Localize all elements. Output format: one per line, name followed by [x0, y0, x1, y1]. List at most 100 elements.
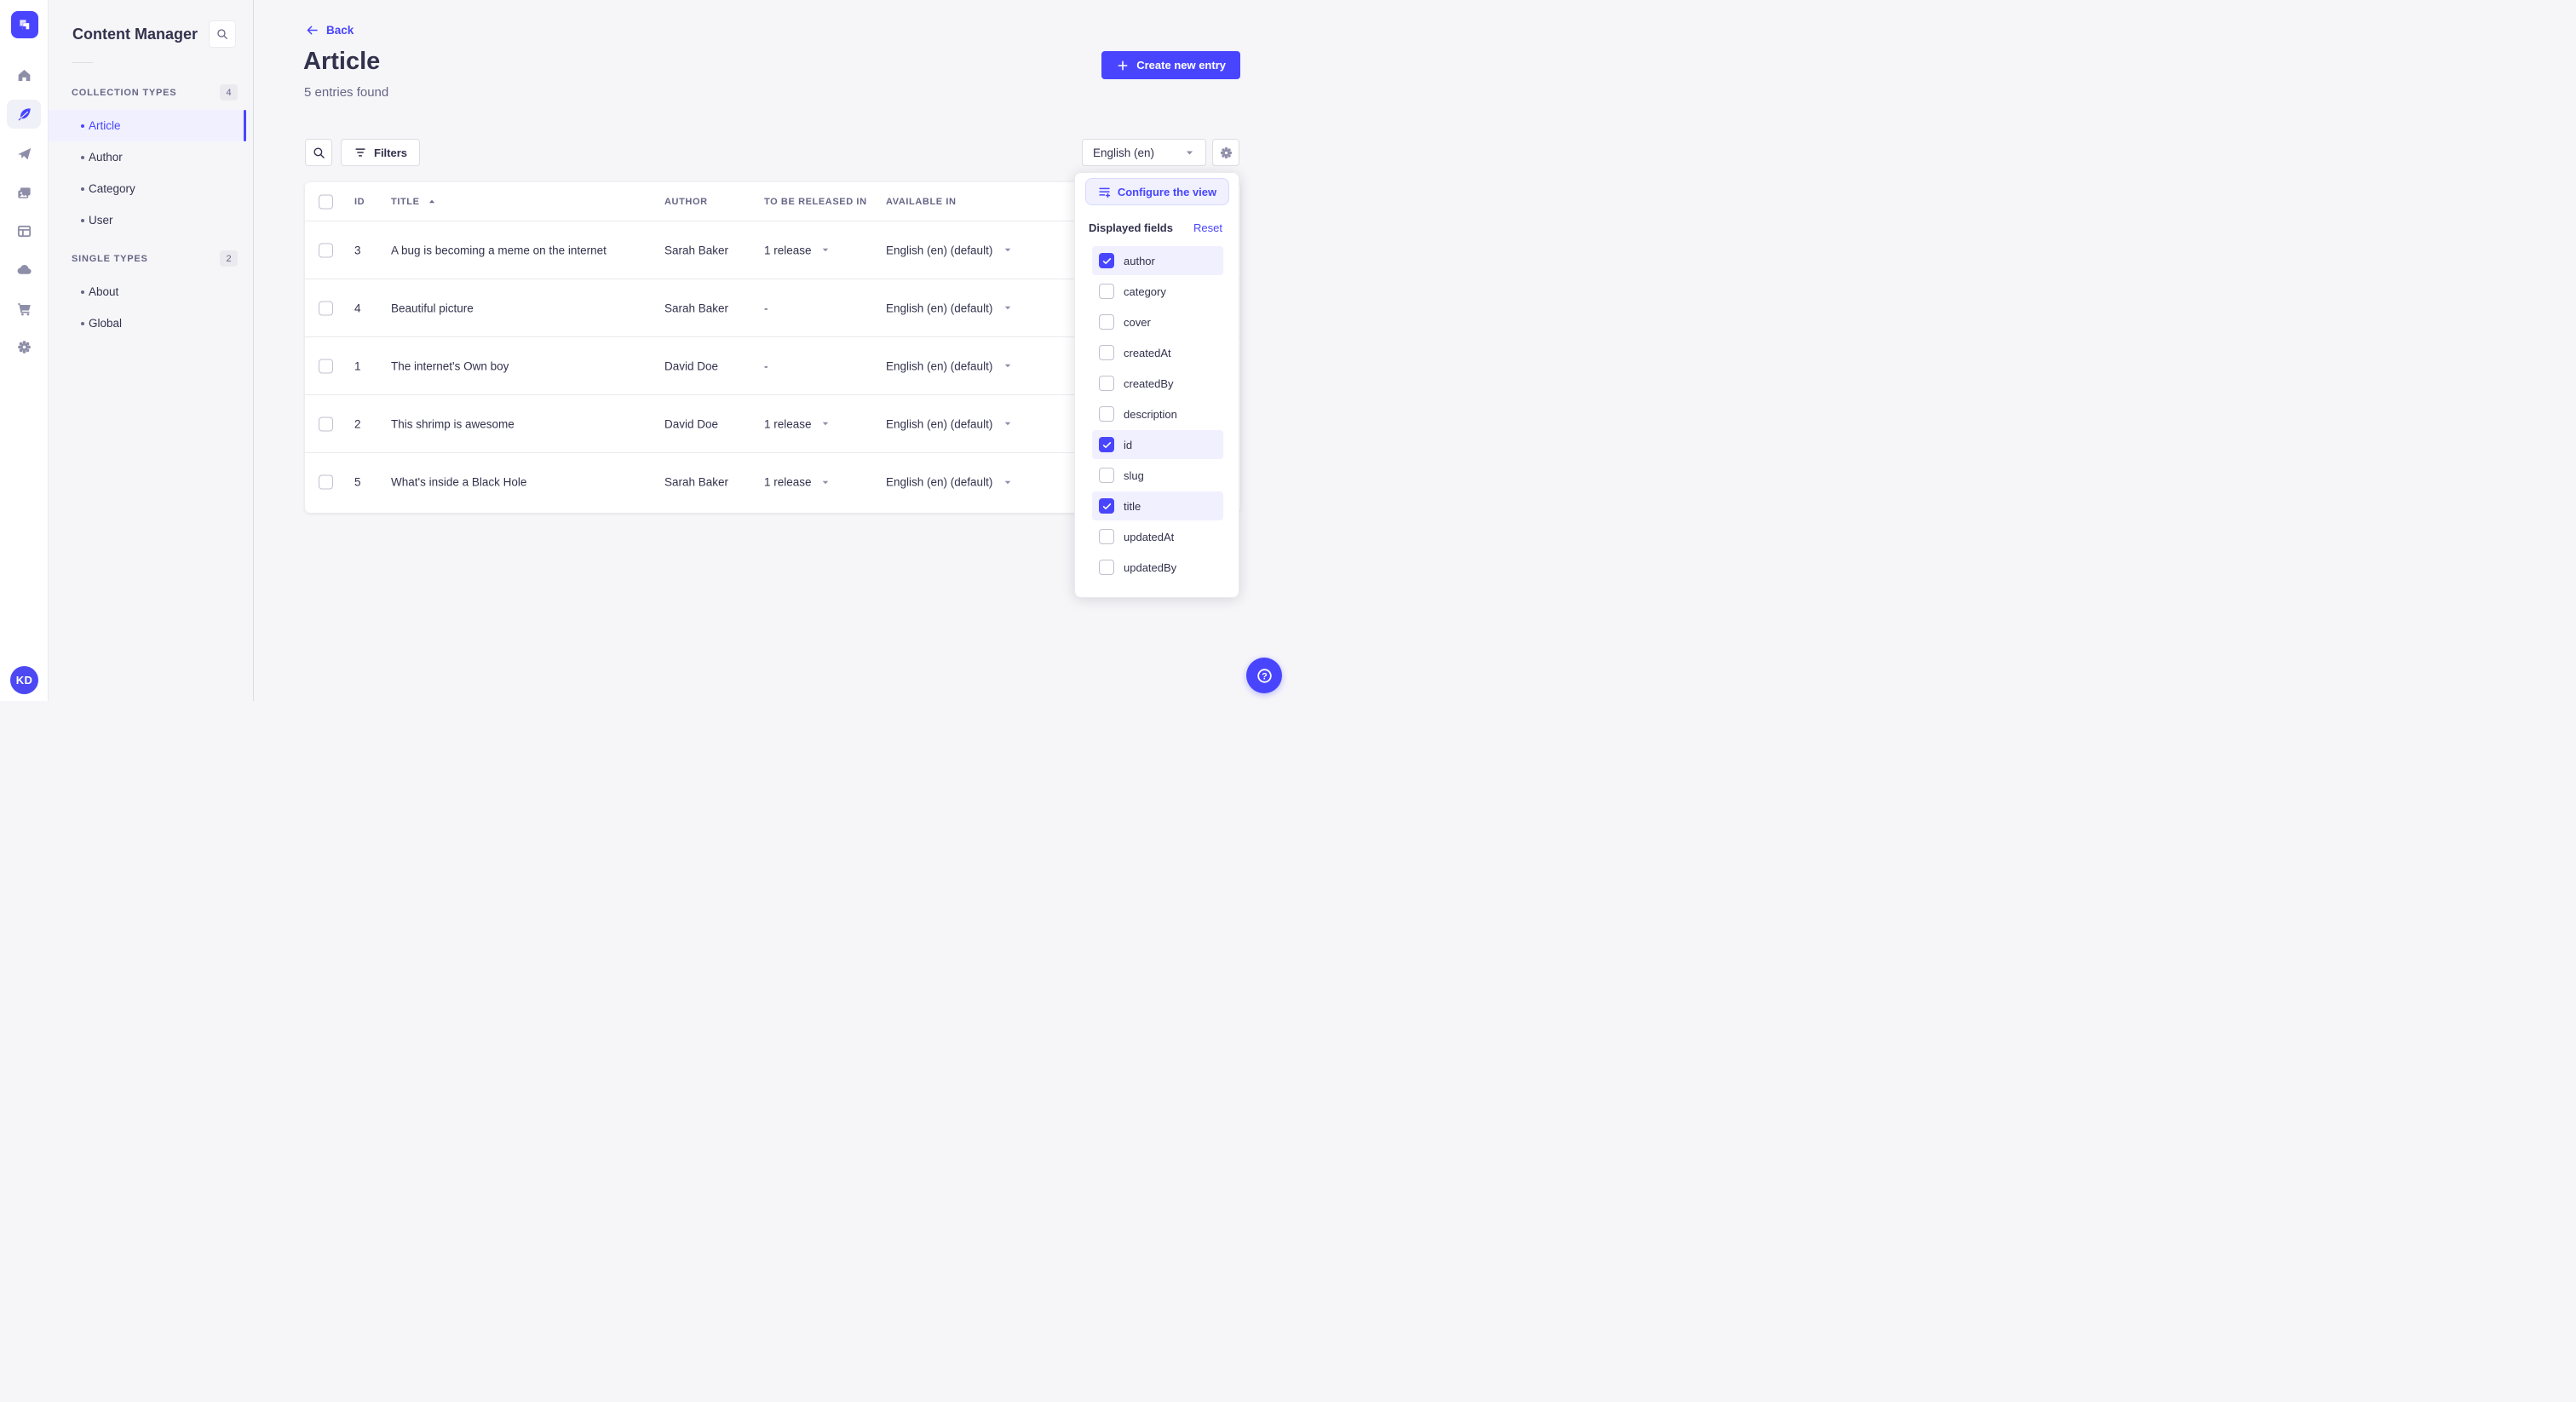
content-manager-feather-icon[interactable]: [7, 100, 41, 129]
available-value: English (en) (default): [886, 475, 993, 489]
displayed-field-option-id[interactable]: id: [1092, 430, 1223, 459]
sidebar-item-label: Article: [89, 119, 121, 132]
cell-author: David Doe: [664, 417, 719, 430]
settings-gear-icon[interactable]: [7, 332, 41, 361]
displayed-field-option-author[interactable]: author: [1092, 246, 1223, 275]
field-checkbox[interactable]: [1099, 406, 1114, 422]
page-title: Article: [303, 48, 381, 75]
field-checkbox[interactable]: [1099, 376, 1114, 391]
cell-to-be-released-in[interactable]: -: [764, 359, 768, 372]
column-header-to-be-released-in[interactable]: TO BE RELEASED IN: [764, 197, 867, 207]
column-header-author[interactable]: AUTHOR: [664, 197, 708, 207]
row-checkbox[interactable]: [319, 243, 333, 257]
home-icon[interactable]: [7, 60, 41, 89]
cell-id: 4: [354, 302, 361, 314]
column-header-available-in[interactable]: AVAILABLE IN: [886, 197, 957, 207]
media-library-icon[interactable]: [7, 178, 41, 207]
displayed-field-option-createdAt[interactable]: createdAt: [1092, 338, 1223, 367]
configure-list-icon: [1099, 187, 1111, 198]
sidebar-item-author[interactable]: Author: [49, 141, 253, 173]
cell-available-in[interactable]: English (en) (default): [886, 359, 1013, 372]
row-checkbox[interactable]: [319, 417, 333, 431]
content-type-builder-icon[interactable]: [7, 216, 41, 245]
view-settings-popover: Configure the view Displayed fields Rese…: [1074, 172, 1239, 598]
row-checkbox[interactable]: [319, 474, 333, 490]
field-checkbox[interactable]: [1099, 314, 1114, 330]
strapi-logo[interactable]: [11, 11, 38, 38]
field-label: id: [1124, 438, 1133, 451]
filters-button[interactable]: Filters: [341, 139, 421, 166]
cell-author: Sarah Baker: [664, 475, 729, 489]
bullet-icon: [81, 321, 84, 325]
view-settings-gear-button[interactable]: [1212, 139, 1239, 166]
column-header-id[interactable]: ID: [354, 197, 365, 207]
field-label: category: [1124, 284, 1166, 298]
row-checkbox[interactable]: [319, 359, 333, 373]
column-header-title-label: TITLE: [391, 196, 420, 207]
search-entries-button[interactable]: [305, 139, 332, 166]
displayed-field-option-description[interactable]: description: [1092, 399, 1223, 428]
cell-to-be-released-in[interactable]: -: [764, 302, 768, 314]
user-avatar[interactable]: KD: [10, 666, 38, 694]
content-manager-sidebar: Content Manager COLLECTION TYPES 4 Artic…: [49, 0, 254, 701]
available-value: English (en) (default): [886, 244, 993, 256]
single-types-label: SINGLE TYPES: [72, 253, 148, 264]
release-value: -: [764, 302, 768, 314]
sidebar-item-about[interactable]: About: [49, 276, 253, 307]
filters-label: Filters: [374, 146, 408, 159]
field-checkbox[interactable]: [1099, 345, 1114, 360]
sidebar-item-article[interactable]: Article: [49, 110, 246, 141]
displayed-field-option-title[interactable]: title: [1092, 491, 1223, 520]
field-label: description: [1124, 407, 1177, 421]
displayed-field-option-slug[interactable]: slug: [1092, 461, 1223, 490]
checkmark-icon: [1102, 441, 1111, 448]
displayed-field-option-cover[interactable]: cover: [1092, 307, 1223, 336]
cell-available-in[interactable]: English (en) (default): [886, 302, 1013, 314]
locale-select[interactable]: English (en): [1082, 139, 1206, 166]
cell-to-be-released-in[interactable]: 1 release: [764, 244, 831, 256]
filter-icon: [355, 148, 365, 157]
field-checkbox[interactable]: [1099, 284, 1114, 299]
cell-to-be-released-in[interactable]: 1 release: [764, 476, 831, 489]
cell-author: Sarah Baker: [664, 302, 729, 314]
displayed-field-option-updatedBy[interactable]: updatedBy: [1092, 553, 1223, 582]
field-checkbox[interactable]: [1099, 560, 1114, 575]
cell-to-be-released-in[interactable]: 1 release: [764, 417, 831, 430]
displayed-field-option-category[interactable]: category: [1092, 277, 1223, 306]
field-checkbox[interactable]: [1099, 437, 1114, 452]
search-icon: [313, 147, 325, 158]
field-checkbox[interactable]: [1099, 253, 1114, 268]
sort-ascending-icon: [428, 199, 434, 203]
help-button[interactable]: ?: [1246, 658, 1282, 693]
chevron-down-icon: [822, 248, 828, 252]
sidebar-item-category[interactable]: Category: [49, 173, 253, 204]
reset-link[interactable]: Reset: [1193, 221, 1222, 234]
column-header-title[interactable]: TITLE: [391, 197, 437, 207]
single-types-header: SINGLE TYPES 2: [72, 250, 238, 267]
sidebar-item-user[interactable]: User: [49, 204, 253, 236]
row-checkbox[interactable]: [319, 301, 333, 315]
field-checkbox[interactable]: [1099, 529, 1114, 544]
cell-available-in[interactable]: English (en) (default): [886, 476, 1013, 489]
arrow-left-icon: [307, 26, 318, 35]
cell-available-in[interactable]: English (en) (default): [886, 244, 1013, 256]
chevron-down-icon: [1005, 248, 1011, 252]
sidebar-item-label: Global: [89, 317, 123, 330]
displayed-field-option-createdBy[interactable]: createdBy: [1092, 369, 1223, 398]
cloud-icon[interactable]: [7, 255, 41, 284]
select-all-checkbox[interactable]: [319, 194, 333, 209]
create-new-entry-button[interactable]: Create new entry: [1101, 51, 1240, 79]
paper-plane-icon[interactable]: [7, 139, 41, 168]
divider: [72, 62, 93, 63]
configure-the-view-button[interactable]: Configure the view: [1085, 178, 1229, 205]
back-link[interactable]: Back: [305, 23, 354, 37]
strapi-logo-icon: [20, 20, 30, 30]
field-checkbox[interactable]: [1099, 468, 1114, 483]
field-label: updatedBy: [1124, 560, 1177, 574]
sidebar-item-global[interactable]: Global: [49, 307, 253, 339]
marketplace-cart-icon[interactable]: [7, 294, 41, 323]
displayed-field-option-updatedAt[interactable]: updatedAt: [1092, 522, 1223, 551]
cell-available-in[interactable]: English (en) (default): [886, 417, 1013, 430]
field-checkbox[interactable]: [1099, 498, 1114, 514]
sidebar-search-button[interactable]: [209, 20, 236, 48]
